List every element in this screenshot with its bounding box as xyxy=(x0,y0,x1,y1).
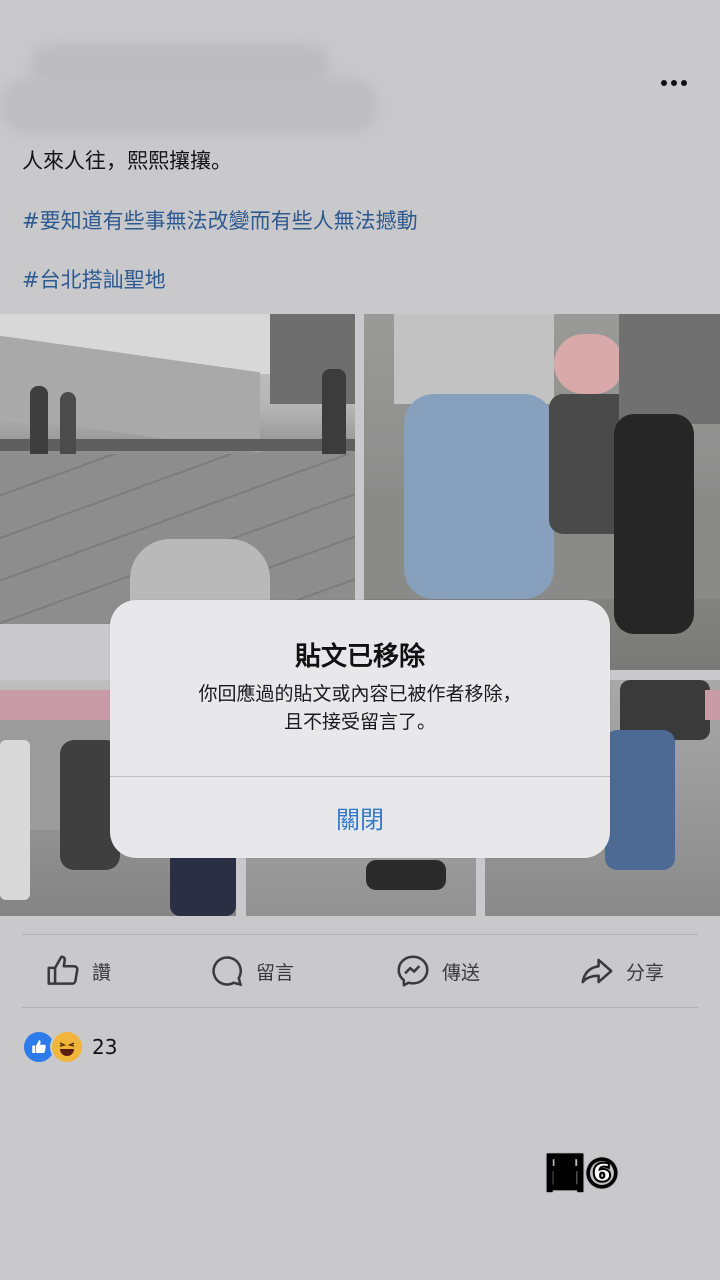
author-name-blurred xyxy=(0,38,380,138)
like-button[interactable]: 讚 xyxy=(44,950,111,992)
send-label: 傳送 xyxy=(442,961,481,984)
divider xyxy=(22,1007,698,1008)
figure-label: 圖⑥ xyxy=(544,1150,620,1198)
messenger-icon xyxy=(394,952,432,990)
send-button[interactable]: 傳送 xyxy=(394,950,480,992)
dialog-message-line: 且不接受留言了。 xyxy=(283,711,436,733)
more-options-icon[interactable] xyxy=(656,74,692,92)
dialog-message: 你回應過的貼文或內容已被作者移除， 且不接受留言了。 xyxy=(110,680,610,736)
like-label: 讚 xyxy=(92,961,112,984)
close-button[interactable]: 關閉 xyxy=(110,777,610,858)
divider xyxy=(22,934,698,935)
hashtag-link[interactable]: #要知道有些事無法改變而有些人無法撼動 xyxy=(22,207,418,235)
reaction-count: 23 xyxy=(92,1035,118,1059)
share-label: 分享 xyxy=(626,961,665,984)
reaction-summary[interactable]: 23 xyxy=(22,1030,117,1064)
post-removed-dialog: 貼文已移除 你回應過的貼文或內容已被作者移除， 且不接受留言了。 關閉 xyxy=(110,600,610,858)
post-text: 人來人往，熙熙攘攘。 xyxy=(22,149,232,173)
comment-label: 留言 xyxy=(256,961,295,984)
post-photo-1[interactable] xyxy=(0,314,355,624)
comment-button[interactable]: 留言 xyxy=(208,950,294,992)
hashtag-link[interactable]: #台北搭訕聖地 xyxy=(22,266,166,294)
dialog-message-line: 你回應過的貼文或內容已被作者移除， xyxy=(198,683,522,705)
haha-reaction-icon xyxy=(50,1030,84,1064)
comment-bubble-icon xyxy=(208,952,246,990)
share-arrow-icon xyxy=(578,952,616,990)
dialog-title: 貼文已移除 xyxy=(294,642,425,672)
thumbs-up-icon xyxy=(44,952,82,990)
share-button[interactable]: 分享 xyxy=(578,950,664,992)
